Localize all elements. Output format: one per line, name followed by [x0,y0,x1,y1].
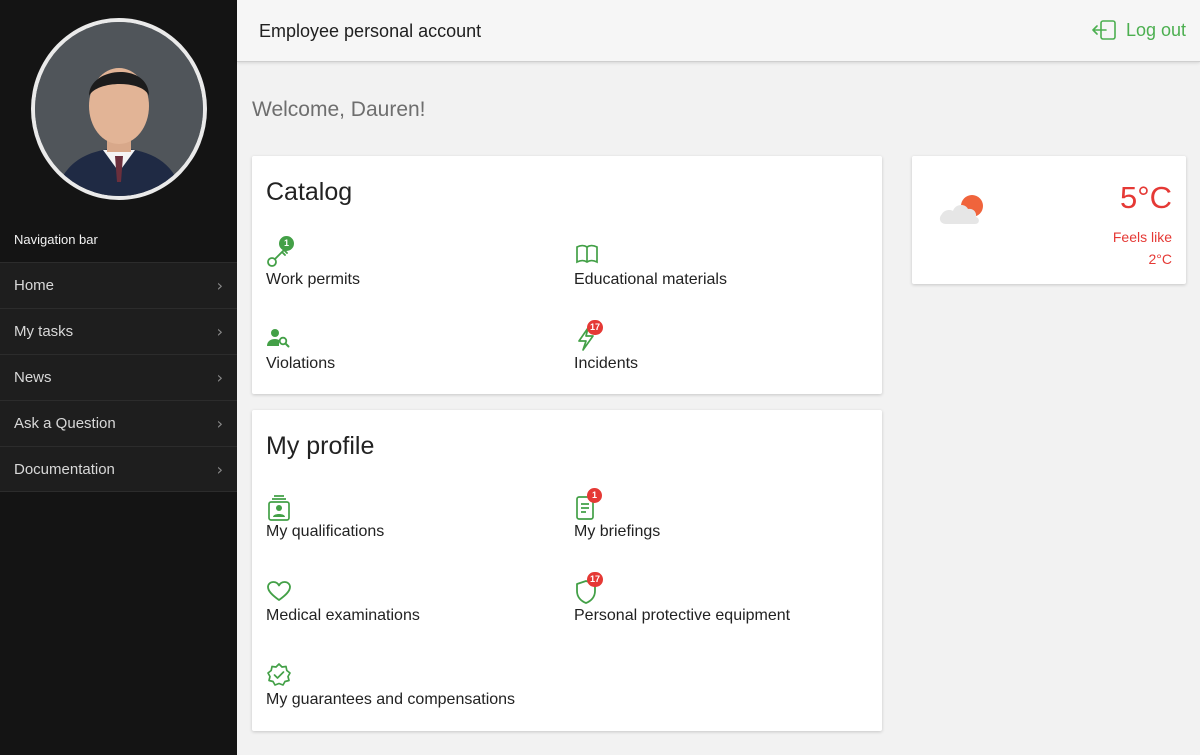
page-title: Employee personal account [259,21,482,41]
catalog-title: Catalog [266,178,353,206]
profile-item-label: My qualifications [266,523,385,540]
sidebar-item-my-tasks[interactable]: My tasks › [0,308,237,354]
chevron-right-icon: › [216,368,223,387]
sidebar-item-label: Home [14,277,55,294]
sidebar-item-label: My tasks [14,323,74,340]
verified-icon [267,663,291,686]
temperature: 5°C [1119,180,1172,215]
book-icon [576,244,598,264]
chevron-right-icon: › [216,322,223,341]
profile-item-ppe[interactable]: 17 Personal protective equipment [574,572,791,625]
heart-icon [267,581,291,601]
profile-item-label: Medical examinations [266,607,420,624]
profile-item-label: My guarantees and compensations [266,691,516,708]
sidebar-item-label: Documentation [14,460,115,478]
id-badge-icon [268,495,290,521]
avatar[interactable] [31,18,207,200]
incidents-badge: 17 [587,320,604,335]
catalog-item-violations[interactable]: Violations [266,326,335,373]
sidebar: Navigation bar Home › My tasks › News › … [0,0,237,755]
profile-item-label: Personal protective equipment [574,607,791,624]
welcome-message: Welcome, Dauren! [252,98,426,121]
header: Employee personal account Log out [237,0,1200,62]
logout-label: Log out [1125,19,1186,40]
logout-icon [1092,20,1116,40]
work-permits-badge: 1 [279,236,294,251]
profile-item-briefings[interactable]: 1 My briefings [574,488,661,541]
profile-item-medical-examinations[interactable]: Medical examinations [266,578,420,625]
profile-card: My profile My qualifications 1 My briefi… [252,410,882,731]
profile-title: My profile [266,432,375,460]
profile-item-label: My briefings [574,523,661,540]
person-search-icon [267,329,290,348]
catalog-item-label: Incidents [574,355,639,372]
chevron-right-icon: › [216,414,223,433]
feels-like-label: Feels like [1112,229,1172,245]
chevron-right-icon: › [216,276,223,295]
briefings-badge: 1 [587,488,602,503]
sidebar-item-label: News [14,369,52,386]
chevron-right-icon: › [216,459,223,479]
sidebar-item-home[interactable]: Home › [0,262,237,308]
sidebar-item-label: Ask a Question [14,415,116,432]
catalog-item-label: Work permits [266,271,360,288]
profile-item-qualifications[interactable]: My qualifications [266,494,384,541]
weather-card: 5°C Feels like 2°C [912,156,1186,284]
catalog-card: Catalog 1 Work permits Educational mater… [252,156,882,394]
catalog-item-educational-materials[interactable]: Educational materials [574,242,727,289]
feels-like-value: 2°C [1148,251,1173,267]
sidebar-item-ask-question[interactable]: Ask a Question › [0,400,237,446]
ppe-badge: 17 [587,572,604,587]
feels-like: Feels like 2°C [1113,226,1172,270]
cloud-sun-icon [938,192,990,235]
profile-item-guarantees[interactable]: My guarantees and compensations [266,662,515,709]
catalog-item-work-permits[interactable]: 1 Work permits [266,236,360,289]
sidebar-item-documentation[interactable]: Documentation › [0,446,237,492]
nav-list: Home › My tasks › News › Ask a Question … [0,262,237,492]
catalog-item-label: Violations [266,355,336,372]
sidebar-item-news[interactable]: News › [0,354,237,400]
logout-button[interactable]: Log out [1092,19,1186,41]
catalog-item-incidents[interactable]: 17 Incidents [574,320,639,373]
catalog-item-label: Educational materials [574,271,727,288]
nav-title: Navigation bar [14,232,98,247]
